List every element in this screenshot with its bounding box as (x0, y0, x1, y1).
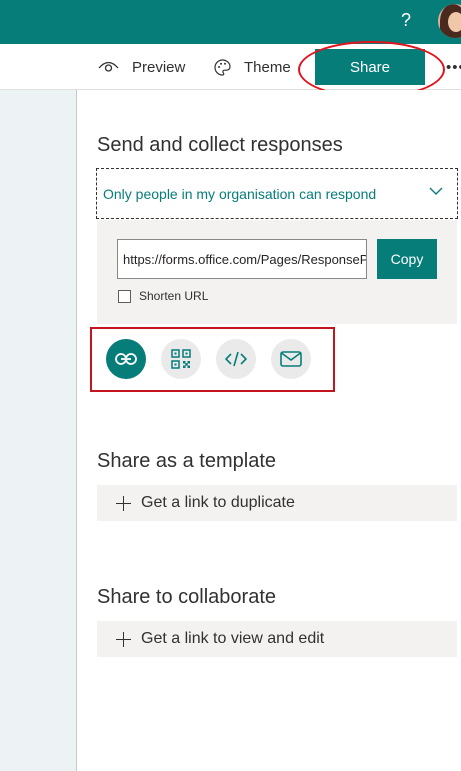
avatar[interactable] (438, 4, 461, 38)
more-options-icon[interactable]: ••• (446, 44, 461, 90)
duplicate-link-label: Get a link to duplicate (141, 494, 295, 511)
copy-button[interactable]: Copy (377, 239, 437, 279)
form-toolbar: Preview Theme Share ••• (0, 44, 461, 90)
response-scope-dropdown[interactable]: Only people in my organisation can respo… (96, 168, 458, 219)
preview-label: Preview (132, 58, 186, 76)
preview-button[interactable]: Preview (98, 44, 185, 90)
theme-button[interactable]: Theme (214, 44, 291, 90)
app-header: ? (0, 0, 461, 44)
link-icon (115, 353, 137, 365)
plus-icon (116, 495, 131, 511)
share-link-button[interactable] (106, 339, 146, 379)
embed-code-icon (225, 351, 247, 367)
palette-icon (214, 58, 231, 76)
help-icon[interactable]: ? (396, 6, 416, 34)
send-section-title: Send and collect responses (97, 134, 343, 156)
theme-label: Theme (244, 58, 291, 76)
shorten-url-checkbox[interactable] (118, 290, 131, 303)
share-qr-button[interactable] (161, 339, 201, 379)
template-section-title: Share as a template (97, 450, 276, 472)
mail-icon (280, 351, 302, 367)
response-url-field[interactable] (117, 239, 367, 279)
form-canvas-edge (0, 90, 77, 771)
view-edit-link-label: Get a link to view and edit (141, 630, 325, 647)
response-scope-value: Only people in my organisation can respo… (103, 185, 377, 202)
shorten-url-label: Shorten URL (139, 289, 209, 303)
share-button[interactable]: Share (315, 49, 425, 85)
qr-code-icon (171, 349, 191, 369)
share-email-button[interactable] (271, 339, 311, 379)
eye-icon (98, 61, 119, 72)
chevron-down-icon (429, 187, 443, 195)
share-embed-button[interactable] (216, 339, 256, 379)
view-edit-link-button[interactable]: Get a link to view and edit (97, 621, 457, 657)
duplicate-link-button[interactable]: Get a link to duplicate (97, 485, 457, 521)
collaborate-section-title: Share to collaborate (97, 586, 277, 608)
plus-icon (116, 631, 131, 647)
